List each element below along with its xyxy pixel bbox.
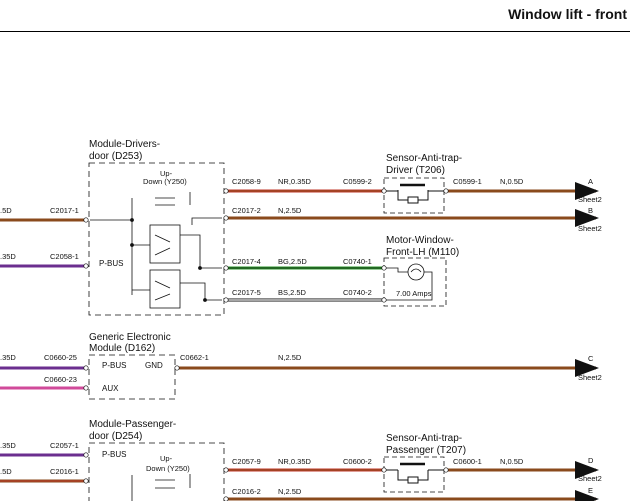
left-wire-c2057-1-spec: .35D [0, 441, 16, 450]
wire-c2017-5-pin2: C0740-2 [343, 288, 372, 297]
offsheet-b-sheet: Sheet2 [578, 224, 602, 233]
wire-c0599-1-pin: C0599-1 [453, 177, 482, 186]
sensor-driver-box [383, 177, 445, 214]
left-wire-c2057-1-pin: C2057-1 [50, 441, 79, 450]
gem-gnd-label: GND [145, 361, 163, 370]
wire-c2017-5-pin: C2017-5 [232, 288, 261, 297]
offsheet-d-sheet: Sheet2 [578, 474, 602, 483]
sensor-driver-title-2: Driver (T206) [386, 165, 445, 176]
gem-aux-label: AUX [102, 384, 119, 393]
wire-c2017-2-spec: N,2.5D [278, 206, 302, 215]
wire-c0600-1-pin: C0600-1 [453, 457, 482, 466]
motor-lh-box [383, 257, 447, 307]
wire-c2058-9-spec: NR,0.35D [278, 177, 312, 186]
sensor-driver-symbol [384, 183, 444, 204]
left-wire-c0660-25-spec: .35D [0, 353, 16, 362]
wire-c2057-9-pin: C2057-9 [232, 457, 261, 466]
wire-c0600-1-spec: N,0.5D [500, 457, 524, 466]
offsheet-a-sheet: Sheet2 [578, 195, 602, 204]
wire-c0599-1-spec: N,0.5D [500, 177, 524, 186]
left-wire-c2016-1-spec: .5D [0, 467, 12, 476]
left-wire-c2016-1-pin: C2016-1 [50, 467, 79, 476]
offsheet-c-letter: C [588, 354, 594, 363]
motor-lh-title-2: Front-LH (M110) [386, 247, 459, 258]
wire-c2057-9-pin2: C0600-2 [343, 457, 372, 466]
sensor-passenger-title-2: Passenger (T207) [386, 445, 466, 456]
wire-c2016-2-pin: C2016-2 [232, 487, 261, 496]
sensor-passenger-title-1: Sensor-Anti-trap- [386, 433, 462, 444]
left-wire-c2017-1-spec: .5D [0, 206, 12, 215]
drivers-relay-network [90, 192, 222, 309]
wire-c0662-1-spec: N,2.5D [278, 353, 302, 362]
passenger-switch-label-2: Down (Y250) [146, 464, 190, 473]
offsheet-e-letter: E [588, 486, 593, 495]
wire-c2017-5-spec: BS,2.5D [278, 288, 307, 297]
wire-c0662-1-pin: C0662-1 [180, 353, 209, 362]
offsheet-d-letter: D [588, 456, 594, 465]
gem-title-2: Module (D162) [89, 343, 155, 354]
wire-c2057-9-spec: NR,0.35D [278, 457, 312, 466]
wire-c2016-2-spec: N,2.5D [278, 487, 302, 496]
left-wire-c0660-25-pin: C0660-25 [44, 353, 77, 362]
offsheet-a-letter: A [588, 177, 593, 186]
sensor-passenger-symbol [384, 462, 444, 484]
passenger-switch-label-1: Up- [160, 454, 173, 463]
wire-c2017-4-pin2: C0740-1 [343, 257, 372, 266]
motor-lh-rating: 7.00 Amps [396, 289, 432, 298]
drivers-switch-label-2: Down (Y250) [143, 177, 187, 186]
drivers-door-module-title-2: door (D253) [89, 151, 142, 162]
wiring-diagram: Module-Drivers- door (D253) P-BUS Up- Do… [0, 139, 602, 501]
left-wire-c2058-1-pin: C2058-1 [50, 252, 79, 261]
motor-lh-title-1: Motor-Window- [386, 235, 454, 246]
left-wire-c2058-1-spec: .35D [0, 252, 16, 261]
passenger-relay-network [131, 474, 191, 501]
drivers-door-pbus-label: P-BUS [99, 259, 123, 268]
left-wire-c0660-23-pin: C0660-23 [44, 375, 77, 384]
passenger-door-pbus-label: P-BUS [102, 450, 126, 459]
passenger-door-module-title-1: Module-Passenger- [89, 419, 176, 430]
drivers-door-module-title-1: Module-Drivers- [89, 139, 160, 150]
left-wire-c2017-1-pin: C2017-1 [50, 206, 79, 215]
gem-title-1: Generic Electronic [89, 332, 171, 343]
offsheet-b-letter: B [588, 206, 593, 215]
wire-c2017-2-pin: C2017-2 [232, 206, 261, 215]
offsheet-c-sheet: Sheet2 [578, 373, 602, 382]
sensor-driver-title-1: Sensor-Anti-trap- [386, 153, 462, 164]
wire-c2058-9-pin: C2058-9 [232, 177, 261, 186]
gem-pbus-label: P-BUS [102, 361, 126, 370]
wire-c2058-9-pin2: C0599-2 [343, 177, 372, 186]
wire-c2017-4-spec: BG,2.5D [278, 257, 307, 266]
passenger-door-module-title-2: door (D254) [89, 431, 142, 442]
sensor-passenger-box [383, 456, 445, 493]
wire-c2017-4-pin: C2017-4 [232, 257, 261, 266]
